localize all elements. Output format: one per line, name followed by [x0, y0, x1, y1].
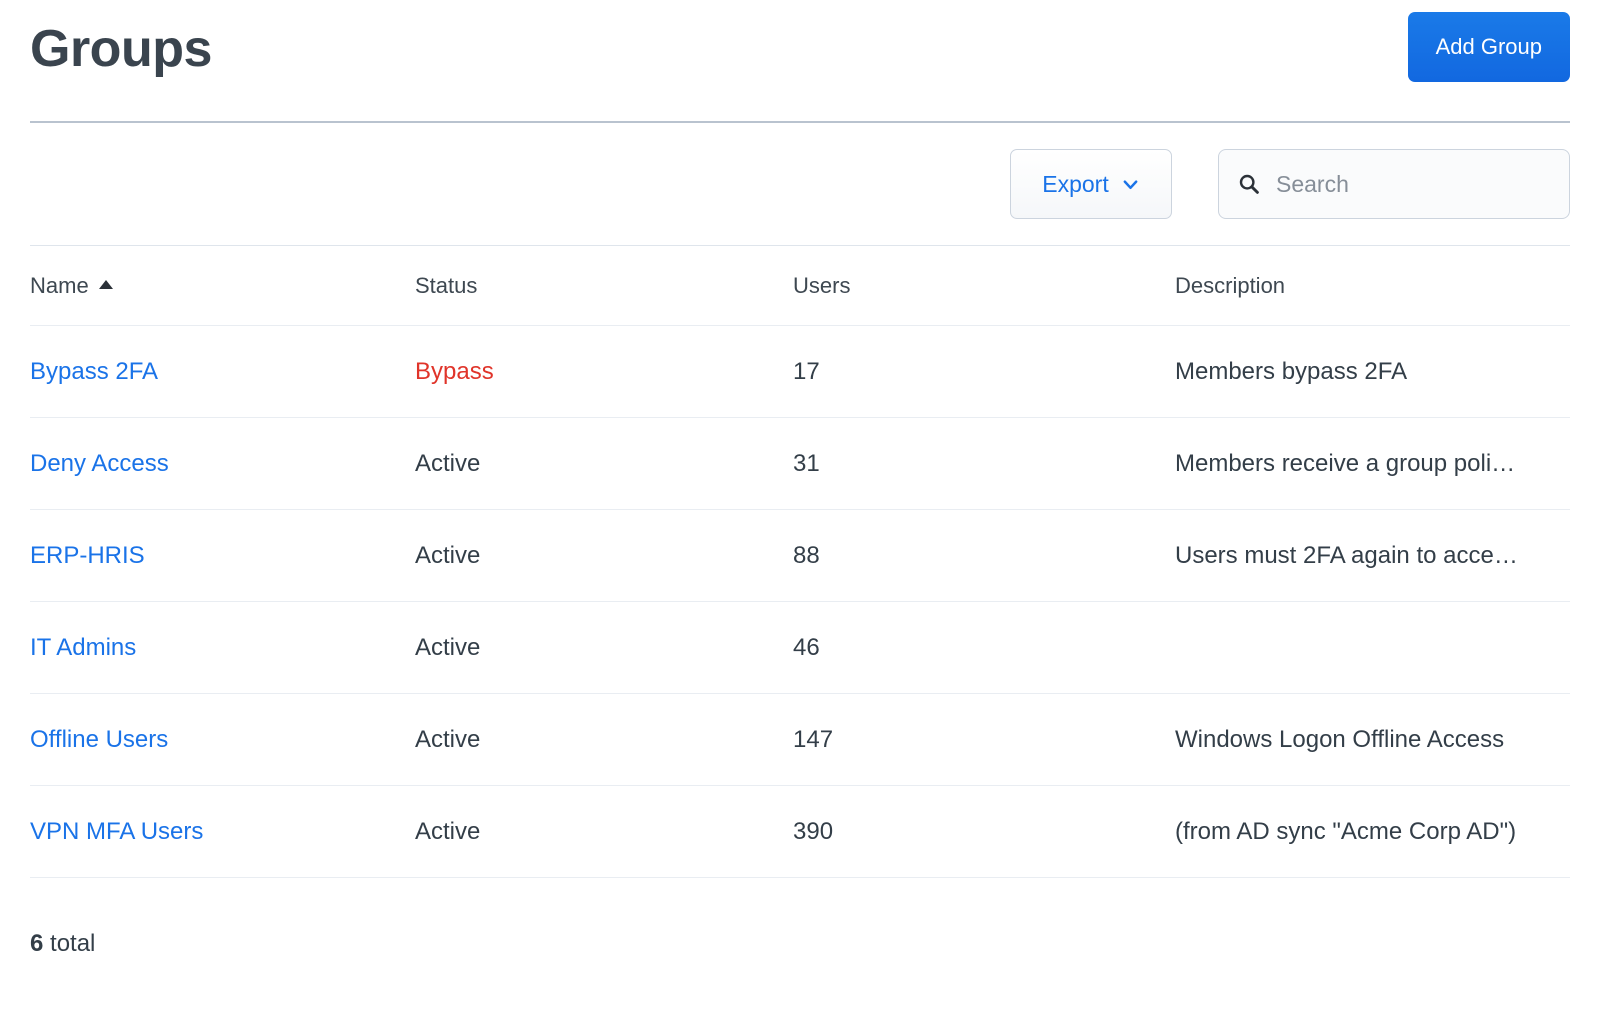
group-name-link[interactable]: IT Admins — [30, 634, 136, 661]
table-row: Offline Users Active 147 Windows Logon O… — [30, 694, 1570, 786]
description-text: Windows Logon Offline Access — [1175, 725, 1505, 753]
table-row: IT Admins Active 46 — [30, 602, 1570, 694]
status-badge: Active — [415, 633, 481, 661]
add-group-button[interactable]: Add Group — [1407, 12, 1570, 82]
status-badge: Active — [415, 449, 481, 477]
description-text: Members receive a group poli… — [1175, 449, 1516, 477]
total-label: total — [43, 930, 96, 957]
table-row: Bypass 2FA Bypass 17 Members bypass 2FA — [30, 326, 1570, 418]
column-header-description-label: Description — [1175, 272, 1286, 298]
cell-description: (from AD sync "Acme Corp AD") — [1175, 818, 1570, 846]
cell-users: 46 — [793, 634, 1175, 662]
search-input[interactable] — [1274, 169, 1551, 199]
cell-status: Active — [415, 450, 793, 478]
cell-status: Active — [415, 818, 793, 846]
page-header: Groups Add Group — [30, 0, 1570, 123]
description-text: Members bypass 2FA — [1175, 357, 1408, 385]
groups-page: Groups Add Group Export Search Name Stat… — [0, 0, 1600, 1034]
status-badge: Active — [415, 817, 481, 845]
export-button[interactable]: Export — [1010, 149, 1172, 219]
status-badge: Active — [415, 725, 481, 753]
description-text: (from AD sync "Acme Corp AD") — [1175, 817, 1517, 845]
column-header-users-label: Users — [793, 272, 851, 298]
group-name-link[interactable]: VPN MFA Users — [30, 818, 203, 845]
cell-users: 31 — [793, 450, 1175, 478]
column-header-name[interactable]: Name — [30, 273, 415, 299]
search-box[interactable] — [1218, 149, 1570, 219]
users-count: 46 — [793, 633, 820, 661]
cell-name: Bypass 2FA — [30, 358, 415, 386]
export-button-label: Export — [1042, 170, 1109, 197]
status-badge: Bypass — [415, 357, 494, 385]
table-row: VPN MFA Users Active 390 (from AD sync "… — [30, 786, 1570, 878]
users-count: 31 — [793, 449, 820, 477]
table-row: Deny Access Active 31 Members receive a … — [30, 418, 1570, 510]
cell-status: Bypass — [415, 358, 793, 386]
table-toolbar: Export — [30, 123, 1570, 246]
page-title: Groups — [30, 20, 212, 78]
cell-description: Members bypass 2FA — [1175, 358, 1570, 386]
column-header-status[interactable]: Status — [415, 273, 793, 299]
cell-description: Users must 2FA again to acce… — [1175, 542, 1570, 570]
users-count: 88 — [793, 541, 820, 569]
users-count: 17 — [793, 357, 820, 385]
cell-name: VPN MFA Users — [30, 818, 415, 846]
column-header-name-label: Name — [30, 272, 89, 298]
table-header-row: Name Status Users Description — [30, 246, 1570, 326]
status-badge: Active — [415, 541, 481, 569]
caret-up-icon — [98, 280, 113, 289]
users-count: 390 — [793, 817, 834, 845]
group-name-link[interactable]: Bypass 2FA — [30, 358, 158, 385]
users-count: 147 — [793, 725, 834, 753]
column-header-description[interactable]: Description — [1175, 273, 1570, 299]
description-text: Users must 2FA again to acce… — [1175, 541, 1518, 569]
column-header-users[interactable]: Users — [793, 273, 1175, 299]
table-row: ERP-HRIS Active 88 Users must 2FA again … — [30, 510, 1570, 602]
total-count: 6 — [30, 930, 44, 957]
group-name-link[interactable]: Offline Users — [30, 726, 168, 753]
column-header-status-label: Status — [415, 272, 478, 298]
cell-status: Active — [415, 542, 793, 570]
cell-status: Active — [415, 726, 793, 754]
table-footer: 6 total — [30, 878, 1570, 958]
cell-users: 390 — [793, 818, 1175, 846]
chevron-down-icon — [1121, 175, 1140, 194]
group-name-link[interactable]: ERP-HRIS — [30, 542, 145, 569]
cell-status: Active — [415, 634, 793, 662]
cell-description: Windows Logon Offline Access — [1175, 726, 1570, 754]
cell-users: 17 — [793, 358, 1175, 386]
search-icon — [1237, 172, 1261, 196]
groups-table: Name Status Users Description Bypass 2FA… — [30, 246, 1570, 878]
cell-name: IT Admins — [30, 634, 415, 662]
cell-name: ERP-HRIS — [30, 542, 415, 570]
cell-users: 147 — [793, 726, 1175, 754]
group-name-link[interactable]: Deny Access — [30, 450, 169, 477]
cell-name: Deny Access — [30, 450, 415, 478]
cell-name: Offline Users — [30, 726, 415, 754]
cell-users: 88 — [793, 542, 1175, 570]
cell-description: Members receive a group poli… — [1175, 450, 1570, 478]
